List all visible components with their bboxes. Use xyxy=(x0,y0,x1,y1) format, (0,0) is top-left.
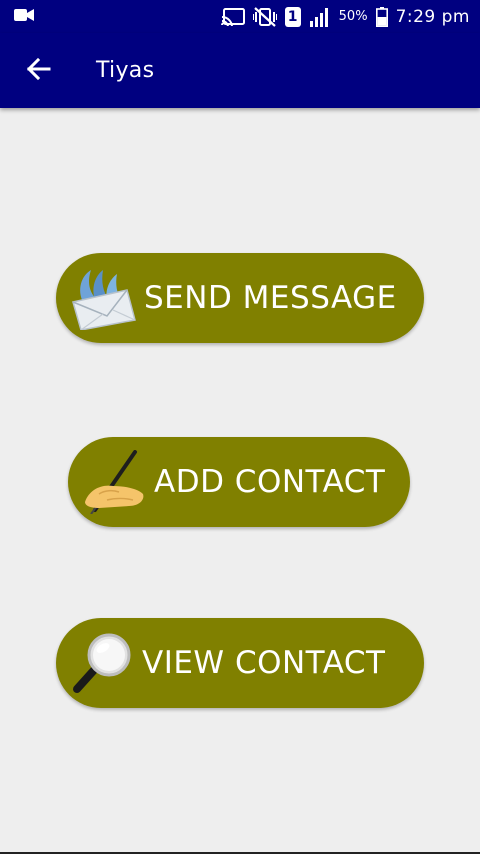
view-contact-button[interactable]: VIEW CONTACT xyxy=(56,618,424,708)
page-title: Tiyas xyxy=(96,58,155,83)
signal-icon xyxy=(309,7,331,27)
cast-icon xyxy=(220,7,245,26)
envelope-icon xyxy=(68,263,138,333)
app-bar: Tiyas xyxy=(0,33,480,108)
writing-hand-icon xyxy=(78,447,148,517)
battery-percent: 50% xyxy=(338,9,368,24)
video-camera-icon xyxy=(14,7,34,26)
clock: 7:29 pm xyxy=(395,6,470,27)
vibrate-mute-icon xyxy=(252,6,277,27)
magnifier-icon xyxy=(68,628,138,698)
status-bar: 1 50% 7:29 pm xyxy=(0,0,480,33)
add-contact-button[interactable]: ADD CONTACT xyxy=(68,437,410,527)
battery-icon xyxy=(375,6,388,27)
add-contact-label: ADD CONTACT xyxy=(154,464,386,500)
arrow-left-icon xyxy=(25,57,51,85)
send-message-label: SEND MESSAGE xyxy=(144,280,397,316)
back-button[interactable] xyxy=(10,43,66,99)
sim-icon: 1 xyxy=(284,6,301,27)
send-message-button[interactable]: SEND MESSAGE xyxy=(56,253,424,343)
view-contact-label: VIEW CONTACT xyxy=(142,645,386,681)
